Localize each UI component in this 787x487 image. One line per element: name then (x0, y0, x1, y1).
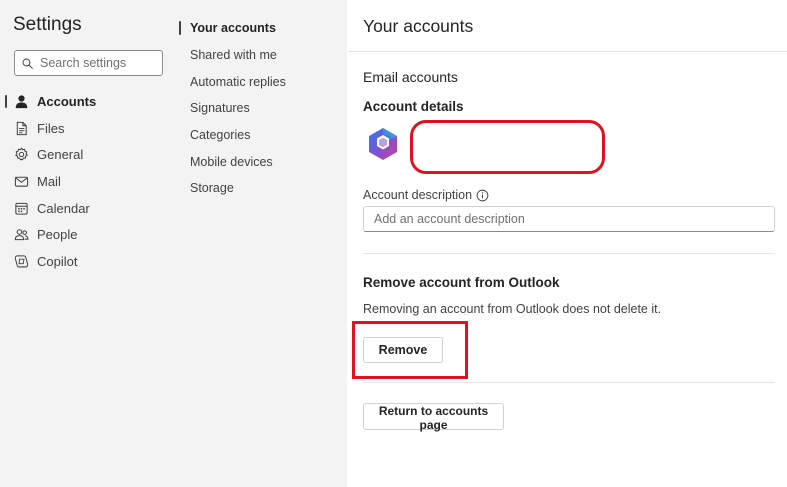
nav-item-label: Calendar (37, 200, 90, 216)
subnav-item-label: Your accounts (190, 21, 276, 36)
search-icon (22, 58, 33, 69)
nav-item-label: Mail (37, 173, 61, 189)
active-indicator (5, 95, 7, 108)
nav-item-label: People (37, 227, 78, 243)
document-icon (13, 120, 29, 136)
nav-item-files[interactable]: Files (0, 115, 170, 142)
mail-icon (13, 173, 29, 189)
return-to-accounts-button[interactable]: Return to accounts page (363, 403, 504, 432)
info-icon[interactable] (476, 189, 489, 202)
remove-account-heading: Remove account from Outlook (363, 275, 560, 290)
nav-item-label: General (37, 147, 84, 163)
calendar-icon (13, 200, 29, 216)
nav-item-label: Copilot (37, 253, 78, 269)
remove-account-note: Removing an account from Outlook does no… (363, 302, 662, 316)
subnav-item-mobile-devices[interactable]: Mobile devices (170, 148, 347, 175)
email-accounts-heading: Email accounts (363, 69, 458, 85)
nav-item-label: Files (37, 120, 65, 136)
subnav-item-label: Categories (190, 128, 251, 143)
accounts-subnav-pane: Your accounts Shared with me Automatic r… (170, 0, 347, 487)
page-title: Your accounts (363, 16, 474, 36)
nav-item-mail[interactable]: Mail (0, 168, 170, 195)
settings-title: Settings (13, 14, 82, 35)
nav-item-accounts[interactable]: Accounts (0, 88, 170, 115)
section-divider (363, 253, 775, 254)
remove-button-highlight (352, 321, 468, 379)
people-icon (13, 227, 29, 243)
section-divider (363, 382, 775, 383)
your-accounts-panel: Your accounts Email accounts Account det… (347, 0, 787, 487)
person-icon (13, 93, 29, 109)
header-divider (347, 51, 787, 52)
subnav-item-shared-with-me[interactable]: Shared with me (170, 42, 347, 69)
nav-item-general[interactable]: General (0, 141, 170, 168)
accounts-subnav: Your accounts Shared with me Automatic r… (170, 15, 347, 202)
nav-item-calendar[interactable]: Calendar (0, 195, 170, 222)
subnav-item-categories[interactable]: Categories (170, 122, 347, 149)
active-indicator (179, 21, 181, 35)
account-description-label: Account description (363, 188, 489, 202)
account-details-heading: Account details (363, 99, 464, 114)
nav-item-label: Accounts (37, 93, 97, 109)
search-settings-box[interactable] (14, 50, 163, 76)
search-settings-input[interactable] (40, 56, 158, 70)
subnav-item-label: Shared with me (190, 48, 277, 63)
subnav-item-label: Storage (190, 181, 234, 196)
copilot-icon (13, 253, 29, 269)
subnav-item-label: Automatic replies (190, 74, 286, 89)
subnav-item-label: Signatures (190, 101, 250, 116)
account-description-label-text: Account description (363, 188, 473, 202)
subnav-item-your-accounts[interactable]: Your accounts (170, 15, 347, 42)
subnav-item-automatic-replies[interactable]: Automatic replies (170, 68, 347, 95)
settings-left-pane: Settings Accounts Files General (0, 0, 170, 487)
subnav-item-signatures[interactable]: Signatures (170, 95, 347, 122)
settings-nav: Accounts Files General Mail Calendar Peo… (0, 88, 170, 275)
redaction-highlight (410, 120, 605, 174)
account-description-input[interactable] (363, 206, 775, 232)
subnav-item-label: Mobile devices (190, 154, 273, 169)
subnav-item-storage[interactable]: Storage (170, 175, 347, 202)
nav-item-people[interactable]: People (0, 221, 170, 248)
nav-item-copilot[interactable]: Copilot (0, 248, 170, 275)
microsoft-365-icon (369, 128, 397, 160)
gear-icon (13, 147, 29, 163)
